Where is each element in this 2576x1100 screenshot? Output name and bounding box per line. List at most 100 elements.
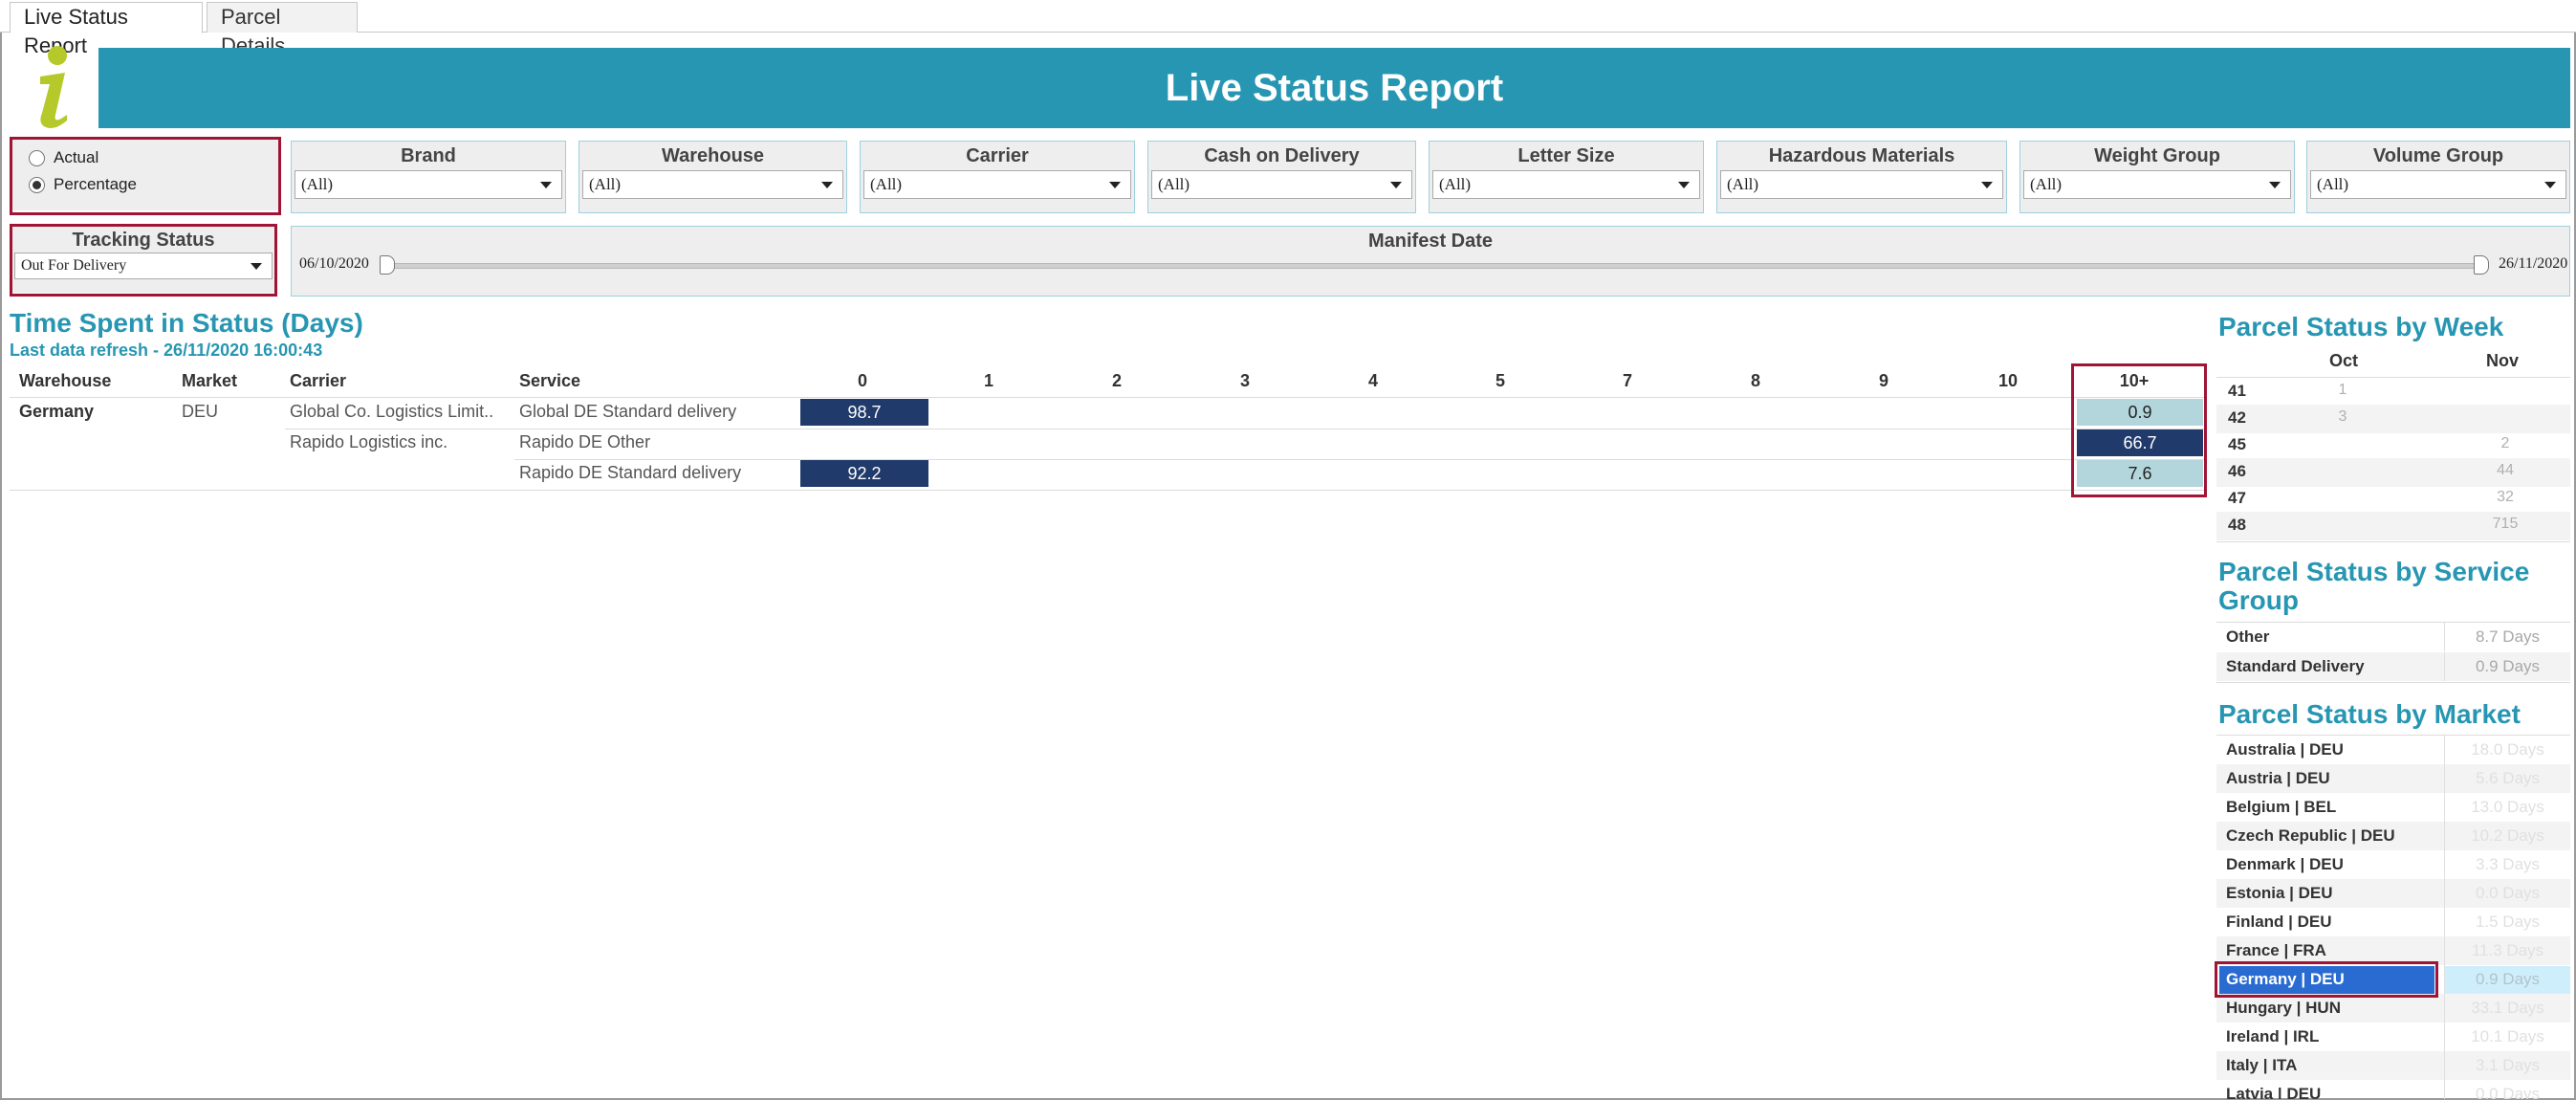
last-refresh-label: Last data refresh - 26/11/2020 16:00:43 xyxy=(10,341,323,360)
col-header-day-9: 9 xyxy=(1878,371,1888,390)
market-name: Italy | ITA xyxy=(2226,1056,2298,1074)
col-header-market: Market xyxy=(182,371,238,390)
week-row-45[interactable]: 45 2 xyxy=(2216,431,2570,460)
market-name: Czech Republic | DEU xyxy=(2226,826,2395,845)
weight-group-dropdown-value: (All) xyxy=(2030,175,2063,193)
status-by-week-title: Parcel Status by Week xyxy=(2218,312,2504,341)
measure-highlight xyxy=(10,137,281,215)
info-icon[interactable] xyxy=(19,44,86,130)
service-group-name: Standard Delivery xyxy=(2226,657,2365,675)
week-nov-value: 2 xyxy=(2500,435,2510,451)
time-in-status-title: Time Spent in Status (Days) xyxy=(10,308,363,338)
filter-carrier-title: Carrier xyxy=(966,145,1029,166)
chevron-down-icon xyxy=(1981,182,1993,188)
carrier-dropdown-value: (All) xyxy=(870,175,903,193)
col-header-warehouse: Warehouse xyxy=(19,371,112,390)
tracking-status-highlight xyxy=(10,224,277,297)
market-row-australia[interactable]: Australia | DEU 18.0 Days xyxy=(2216,736,2570,764)
filter-carrier: Carrier (All) xyxy=(860,141,1135,213)
filter-brand-title: Brand xyxy=(401,145,456,166)
market-row-latvia[interactable]: Latvia | DEU 0.0 Days xyxy=(2216,1080,2570,1099)
week-oct-value: 1 xyxy=(2338,382,2347,398)
service-group-value: 0.9 Days xyxy=(2444,652,2570,681)
market-row-finland[interactable]: Finland | DEU 1.5 Days xyxy=(2216,908,2570,936)
week-row-41[interactable]: 41 1 xyxy=(2216,378,2570,407)
tab-live-status-report[interactable]: Live Status Report xyxy=(10,2,203,57)
market-name: Latvia | DEU xyxy=(2226,1085,2322,1099)
chevron-down-icon xyxy=(1678,182,1690,188)
cash-on-delivery-dropdown-value: (All) xyxy=(1158,175,1190,193)
market-row-ireland[interactable]: Ireland | IRL 10.1 Days xyxy=(2216,1023,2570,1051)
filter-volume-group: Volume Group (All) xyxy=(2306,141,2570,213)
market-row-estonia[interactable]: Estonia | DEU 0.0 Days xyxy=(2216,879,2570,908)
week-row-42[interactable]: 42 3 xyxy=(2216,405,2570,433)
week-bottom-divider xyxy=(2216,541,2570,542)
weight-group-dropdown[interactable]: (All) xyxy=(2023,170,2291,199)
market-row-denmark[interactable]: Denmark | DEU 3.3 Days xyxy=(2216,850,2570,879)
brand-dropdown[interactable]: (All) xyxy=(295,170,562,199)
week-row-48[interactable]: 48 715 xyxy=(2216,512,2570,540)
chevron-down-icon xyxy=(540,182,552,188)
col-header-day-8: 8 xyxy=(1750,371,1760,390)
warehouse-dropdown-value: (All) xyxy=(589,175,622,193)
service-group-row-standard[interactable]: Standard Delivery 0.9 Days xyxy=(2216,652,2570,681)
header-divider xyxy=(10,397,2207,398)
status-by-service-group-title: Parcel Status by Service Group xyxy=(2218,558,2563,615)
row-1-service: Global DE Standard delivery xyxy=(519,402,737,421)
service-group-value: 8.7 Days xyxy=(2444,623,2570,651)
filter-warehouse-title: Warehouse xyxy=(661,145,765,166)
market-row-austria[interactable]: Austria | DEU 5.6 Days xyxy=(2216,764,2570,793)
market-name: Hungary | HUN xyxy=(2226,999,2341,1017)
week-nov-value: 32 xyxy=(2497,489,2514,505)
market-value: 0.0 Days xyxy=(2444,879,2570,908)
col-header-day-5: 5 xyxy=(1495,371,1505,390)
market-row-hungary[interactable]: Hungary | HUN 33.1 Days xyxy=(2216,994,2570,1023)
manifest-date-end-handle[interactable] xyxy=(2474,255,2489,275)
service-group-row-other[interactable]: Other 8.7 Days xyxy=(2216,623,2570,651)
week-number: 42 xyxy=(2228,408,2246,427)
hazardous-materials-dropdown[interactable]: (All) xyxy=(1720,170,2003,199)
market-name: Austria | DEU xyxy=(2226,769,2330,787)
volume-group-dropdown[interactable]: (All) xyxy=(2310,170,2566,199)
row-1-market: DEU xyxy=(182,402,219,421)
market-row-italy[interactable]: Italy | ITA 3.1 Days xyxy=(2216,1051,2570,1080)
week-row-47[interactable]: 47 32 xyxy=(2216,485,2570,514)
week-number: 41 xyxy=(2228,382,2246,400)
market-value: 3.1 Days xyxy=(2444,1051,2570,1080)
chevron-down-icon xyxy=(2269,182,2281,188)
tab-parcel-details[interactable]: Parcel Details xyxy=(207,2,358,57)
market-name: Finland | DEU xyxy=(2226,913,2332,931)
week-number: 47 xyxy=(2228,489,2246,507)
row-1-day-0-cell[interactable]: 98.7 xyxy=(800,399,928,426)
chevron-down-icon xyxy=(821,182,833,188)
status-by-service-group-title-text: Parcel Status by Service Group xyxy=(2218,557,2530,615)
market-value: 0.9 Days xyxy=(2444,965,2570,994)
chevron-down-icon xyxy=(1390,182,1402,188)
market-value: 11.3 Days xyxy=(2444,936,2570,965)
manifest-date-start-handle[interactable] xyxy=(380,255,395,275)
filter-letter-size-title: Letter Size xyxy=(1517,145,1615,166)
market-row-belgium[interactable]: Belgium | BEL 13.0 Days xyxy=(2216,793,2570,822)
market-value: 33.1 Days xyxy=(2444,994,2570,1023)
filter-weight-group-title: Weight Group xyxy=(2094,145,2220,166)
letter-size-dropdown[interactable]: (All) xyxy=(1432,170,1700,199)
ten-plus-column-highlight xyxy=(2071,363,2207,497)
week-month-oct: Oct xyxy=(2329,351,2359,370)
manifest-date-start: 06/10/2020 xyxy=(299,255,369,272)
col-header-day-2: 2 xyxy=(1111,371,1122,390)
carrier-dropdown[interactable]: (All) xyxy=(863,170,1131,199)
manifest-date-track[interactable] xyxy=(385,263,2479,269)
market-name: Belgium | BEL xyxy=(2226,798,2337,816)
brand-dropdown-value: (All) xyxy=(301,175,334,193)
row-3-service: Rapido DE Standard delivery xyxy=(519,463,742,482)
manifest-date-end: 26/11/2020 xyxy=(2499,255,2568,272)
report-title: Live Status Report xyxy=(1165,67,1504,109)
filter-warehouse: Warehouse (All) xyxy=(579,141,847,213)
week-row-46[interactable]: 46 44 xyxy=(2216,458,2570,487)
cash-on-delivery-dropdown[interactable]: (All) xyxy=(1151,170,1412,199)
market-row-czech-republic[interactable]: Czech Republic | DEU 10.2 Days xyxy=(2216,822,2570,850)
market-value: 18.0 Days xyxy=(2444,736,2570,764)
market-value: 10.1 Days xyxy=(2444,1023,2570,1051)
row-3-day-0-cell[interactable]: 92.2 xyxy=(800,460,928,487)
warehouse-dropdown[interactable]: (All) xyxy=(582,170,843,199)
